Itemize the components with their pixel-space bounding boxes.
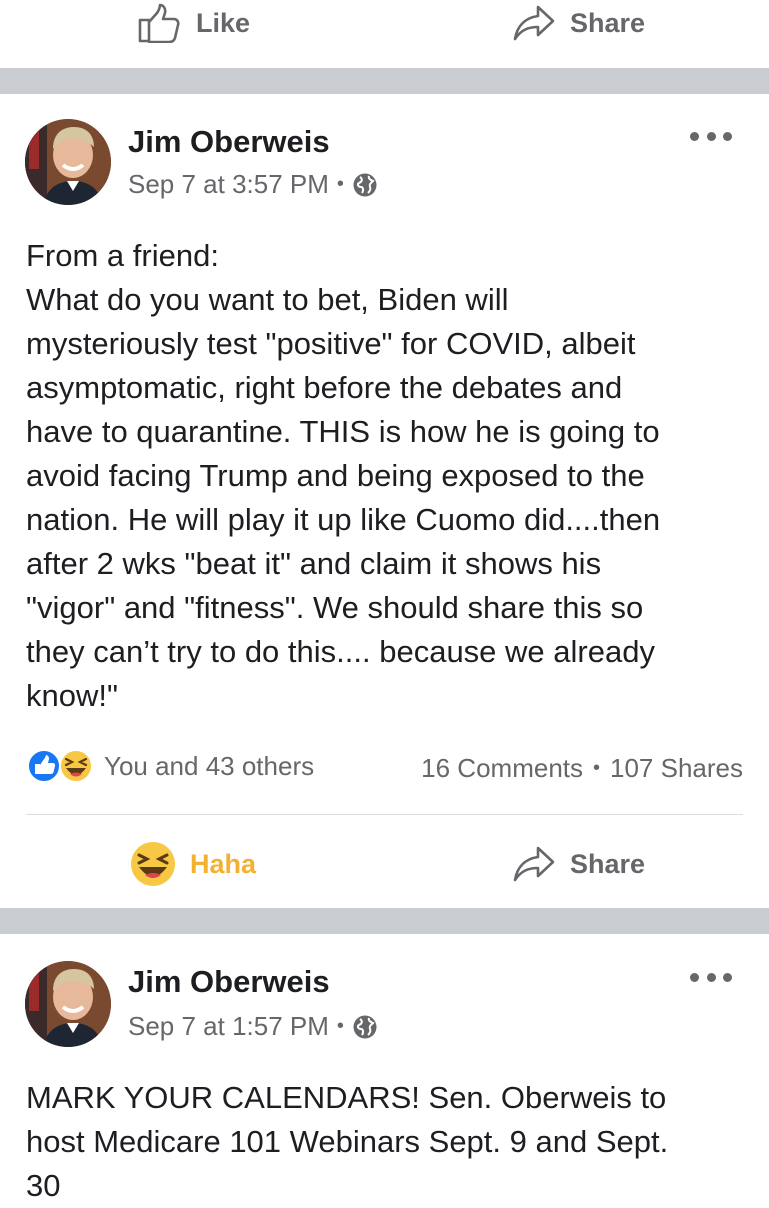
haha-icon (131, 842, 175, 886)
reactions-label: You and 43 others (104, 750, 315, 781)
shares-count[interactable]: 107 Shares (610, 753, 743, 784)
author-name[interactable]: Jim Oberweis (128, 964, 330, 1000)
reaction-icons (26, 748, 98, 784)
share-label: Share (570, 7, 646, 38)
share-arrow-icon (513, 5, 555, 41)
share-button[interactable]: Share (512, 844, 645, 884)
timestamp[interactable]: Sep 7 at 1:57 PM (128, 1011, 329, 1042)
like-label: Like (196, 7, 251, 38)
author-photo (25, 961, 111, 1047)
post-meta: Sep 7 at 1:57 PM • (128, 1011, 378, 1042)
globe-icon (353, 173, 377, 196)
post-divider (26, 814, 743, 815)
post-text: From a friend: What do you want to bet, … (26, 238, 661, 713)
meta-dot: • (336, 173, 344, 195)
post-separator (0, 908, 769, 934)
comments-count[interactable]: 16 Comments (421, 753, 583, 784)
author-photo (25, 119, 111, 205)
more-options-icon[interactable] (690, 129, 732, 143)
more-options-icon[interactable] (690, 970, 732, 984)
haha-reaction-button[interactable]: Haha (130, 841, 256, 887)
globe-icon (353, 1015, 377, 1038)
avatar[interactable] (25, 119, 111, 205)
post-stats: 16 Comments • 107 Shares (421, 753, 743, 784)
like-button[interactable]: Like (138, 3, 250, 43)
post-card: Jim Oberweis Sep 7 at 1:57 PM • MARK YOU… (0, 934, 769, 1203)
avatar[interactable] (25, 961, 111, 1047)
post-card: Jim Oberweis Sep 7 at 3:57 PM • From a f… (0, 94, 769, 908)
author-name[interactable]: Jim Oberweis (128, 124, 330, 160)
share-arrow-icon (513, 846, 555, 882)
meta-dot: • (336, 1015, 344, 1037)
post-meta: Sep 7 at 3:57 PM • (128, 169, 378, 200)
haha-icon (59, 749, 93, 783)
post-text: MARK YOUR CALENDARS! Sen. Oberweis to ho… (26, 1080, 669, 1203)
share-button-top[interactable]: Share (512, 3, 645, 43)
haha-label: Haha (190, 848, 257, 879)
thumbs-up-icon (138, 3, 180, 43)
timestamp[interactable]: Sep 7 at 3:57 PM (128, 169, 329, 200)
reactions-summary[interactable]: You and 43 others (26, 748, 314, 784)
previous-post-actions: Like Share (0, 0, 769, 68)
share-label: Share (570, 848, 646, 879)
stats-dot: • (593, 757, 601, 779)
post-separator (0, 68, 769, 94)
like-icon (27, 749, 61, 783)
